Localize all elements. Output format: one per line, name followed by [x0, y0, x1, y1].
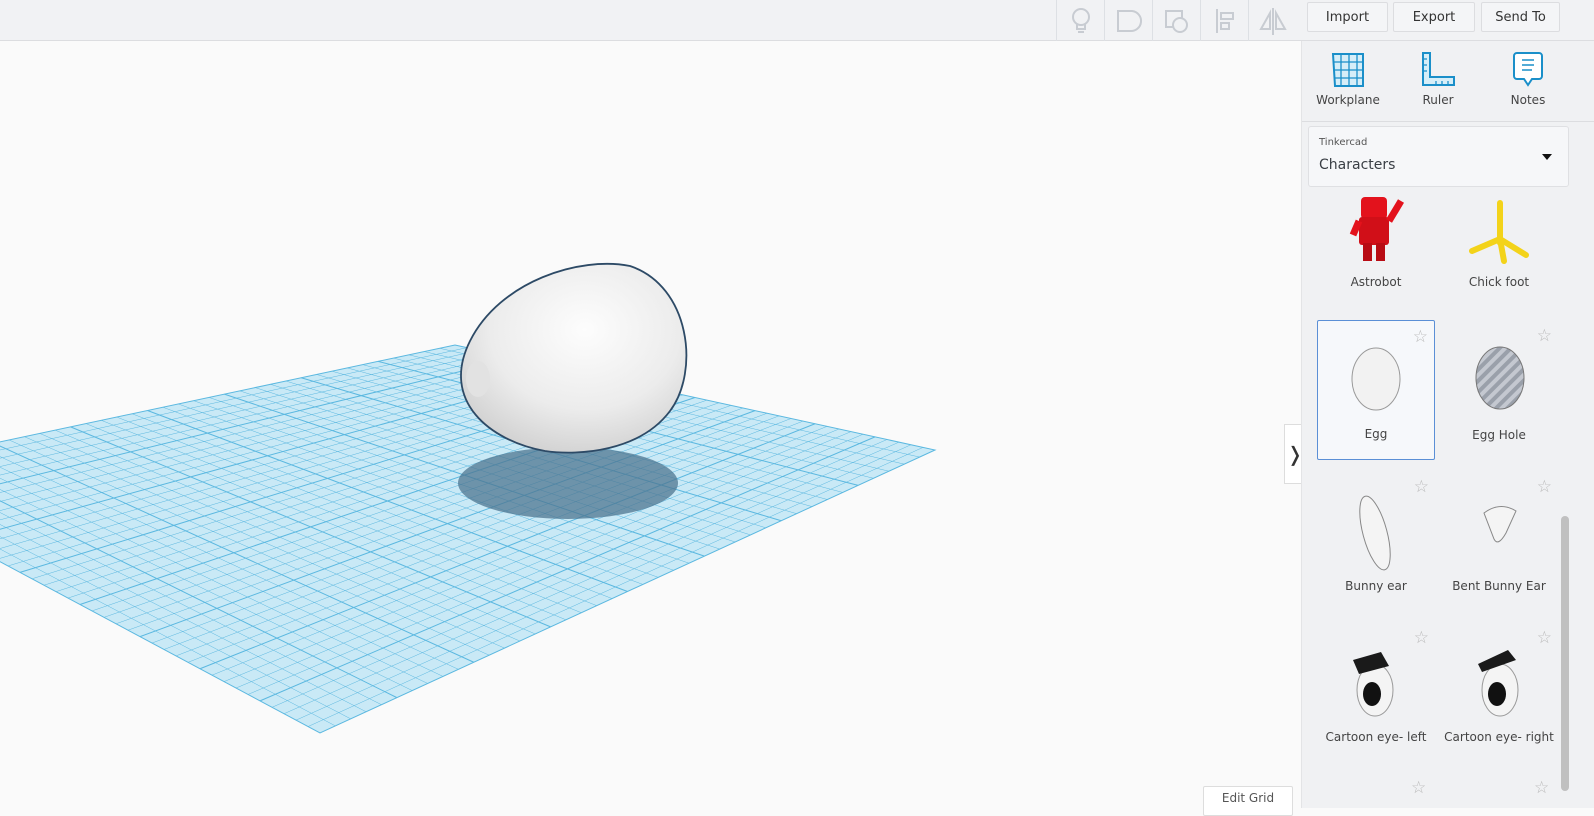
- shape-astrobot[interactable]: Astrobot: [1317, 197, 1435, 307]
- shape-label: Chick foot: [1468, 275, 1530, 289]
- favorite-star-icon[interactable]: ☆: [1413, 327, 1428, 347]
- notes-icon: [1513, 52, 1543, 87]
- ruler-label: Ruler: [1422, 93, 1454, 107]
- workplane-icon: [1331, 53, 1364, 87]
- shape-bent-bunny-ear[interactable]: ☆ Bent Bunny Ear: [1440, 471, 1558, 611]
- panel-scrollbar[interactable]: [1561, 516, 1569, 791]
- shape-label: Bunny ear: [1345, 579, 1407, 593]
- shape-label: Cartoon eye- left: [1325, 730, 1427, 744]
- workplane-scene[interactable]: [0, 41, 1301, 808]
- shape-cartoon-eye-left[interactable]: ☆ Cartoon eye- left: [1317, 622, 1435, 762]
- favorite-star-icon[interactable]: ☆: [1414, 628, 1429, 648]
- send-to-button[interactable]: Send To: [1481, 2, 1560, 32]
- shape-library-dropdown[interactable]: Tinkercad Characters: [1308, 126, 1569, 187]
- import-button[interactable]: Import: [1307, 2, 1388, 32]
- shape-label: Bent Bunny Ear: [1452, 579, 1546, 593]
- ungroup-icon[interactable]: [1152, 0, 1200, 41]
- 3d-viewport[interactable]: [0, 41, 1301, 808]
- shape-label: Cartoon eye- right: [1444, 730, 1554, 744]
- chevron-down-icon: [1542, 154, 1552, 160]
- shape-label: Astrobot: [1350, 275, 1402, 289]
- astrobot-thumbnail: [1349, 197, 1405, 261]
- favorite-star-icon[interactable]: ☆: [1534, 778, 1556, 798]
- library-provider: Tinkercad: [1319, 137, 1368, 148]
- shape-egg[interactable]: ☆ Egg: [1317, 320, 1435, 460]
- favorite-star-icon[interactable]: ☆: [1537, 326, 1552, 346]
- group-icon[interactable]: [1104, 0, 1152, 41]
- shape-chick-foot[interactable]: Chick foot: [1440, 197, 1558, 307]
- ruler-tool[interactable]: Ruler: [1398, 51, 1478, 107]
- export-button[interactable]: Export: [1393, 2, 1475, 32]
- shape-cartoon-eye-right[interactable]: ☆ Cartoon eye- right: [1440, 622, 1558, 762]
- notes-label: Notes: [1510, 93, 1546, 107]
- shapes-grid: Astrobot Chick foot ☆ Egg ☆ Egg Hole ☆ B…: [1302, 197, 1562, 808]
- lightbulb-icon[interactable]: [1056, 0, 1104, 41]
- egg-shadow: [458, 447, 678, 519]
- mirror-icon[interactable]: [1248, 0, 1296, 41]
- notes-tool[interactable]: Notes: [1488, 51, 1568, 107]
- align-icon[interactable]: [1200, 0, 1248, 41]
- favorite-star-icon[interactable]: ☆: [1537, 628, 1552, 648]
- workplane-label: Workplane: [1316, 93, 1380, 107]
- favorite-star-icon[interactable]: ☆: [1414, 477, 1429, 497]
- library-category: Characters: [1319, 157, 1396, 173]
- egg-facet: [466, 361, 490, 397]
- ruler-icon: [1422, 52, 1455, 86]
- workplane-tool[interactable]: Workplane: [1308, 51, 1388, 107]
- shape-label: Egg Hole: [1472, 428, 1526, 442]
- shape-egg-hole[interactable]: ☆ Egg Hole: [1440, 320, 1558, 460]
- chick-foot-thumbnail: [1469, 200, 1529, 264]
- top-toolbar: Import Export Send To: [0, 0, 1594, 41]
- shapes-panel: Workplane Ruler Notes Tinkercad Characte…: [1301, 41, 1594, 808]
- edit-grid-button[interactable]: Edit Grid: [1203, 786, 1293, 816]
- shape-bunny-ear[interactable]: ☆ Bunny ear: [1317, 471, 1435, 611]
- egg-shape[interactable]: [460, 262, 688, 454]
- favorite-star-icon[interactable]: ☆: [1537, 477, 1552, 497]
- shape-label: Egg: [1364, 427, 1388, 441]
